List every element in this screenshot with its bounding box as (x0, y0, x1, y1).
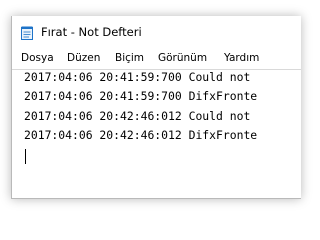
text-line: 2017:04:06 20:41:59:700 DifxFronte (24, 89, 258, 103)
text-line: 2017:04:06 20:42:46:012 DifxFronte (24, 128, 258, 142)
text-caret (25, 149, 26, 164)
window-title: Fırat - Not Defteri (41, 25, 142, 39)
menu-edit[interactable]: Düzen (67, 52, 100, 64)
menu-file[interactable]: Dosya (21, 52, 54, 64)
text-editor[interactable]: 2017:04:06 20:41:59:700 Could not 2017:0… (12, 69, 301, 198)
menu-format[interactable]: Biçim (115, 52, 144, 64)
text-line: 2017:04:06 20:42:46:012 Could not (24, 109, 251, 123)
notepad-window: Fırat - Not Defteri Dosya Düzen Biçim Gö… (11, 16, 301, 199)
title-bar[interactable]: Fırat - Not Defteri (12, 16, 301, 48)
menu-bar: Dosya Düzen Biçim Görünüm Yardım (12, 50, 301, 68)
menu-view[interactable]: Görünüm (158, 52, 207, 64)
menu-help[interactable]: Yardım (224, 52, 259, 64)
notepad-icon (21, 26, 33, 40)
text-line: 2017:04:06 20:41:59:700 Could not (24, 70, 251, 84)
